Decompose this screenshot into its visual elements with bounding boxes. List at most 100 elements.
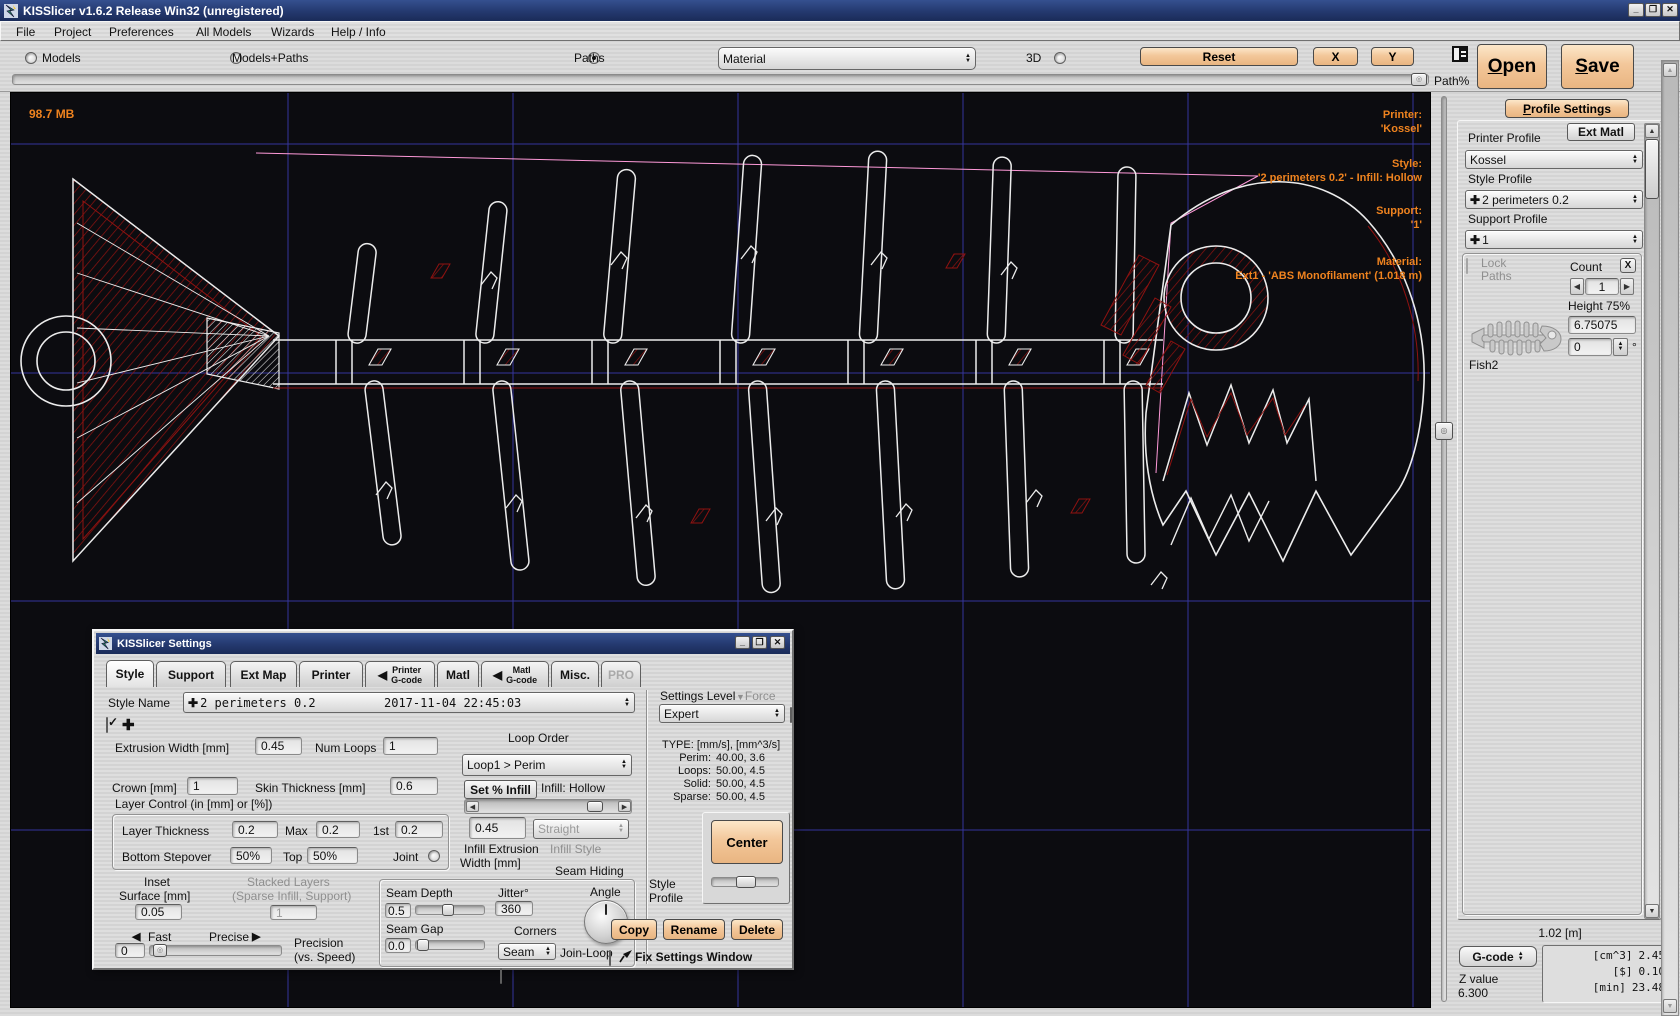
inset-surface-field[interactable]: 0.05	[135, 904, 182, 920]
infill-scroll-thumb[interactable]	[587, 801, 603, 812]
profile-settings-button[interactable]: Profile Settings	[1505, 99, 1629, 118]
style-name-select[interactable]: ✚ 2 perimeters 0.2 2017-11-04 22:45:03 ▲…	[183, 692, 635, 713]
gcode-mode-button[interactable]: G-code ▲▼	[1459, 946, 1537, 967]
settings-titlebar[interactable]: KISSlicer Settings _ ❒ ✕	[96, 633, 790, 654]
seam-gap-slider[interactable]	[415, 940, 485, 950]
seam-depth-slider[interactable]	[415, 905, 485, 915]
tab-printer-gcode[interactable]: ◀ PrinterG-code	[365, 661, 435, 687]
height-field[interactable]: 6.75075	[1568, 316, 1636, 334]
path-percent-slider[interactable]: ◎	[12, 74, 1429, 85]
scroll-down-icon[interactable]: ▼	[1645, 904, 1659, 918]
minimize-icon[interactable]: _	[735, 636, 750, 649]
bottom-stepover-field[interactable]: 50%	[230, 847, 272, 864]
precision-slider[interactable]: ◎	[149, 945, 282, 956]
layer-thickness-field[interactable]: 0.2	[232, 821, 278, 838]
style-profile-select[interactable]: ✚ 2 perimeters 0.2 ▲▼	[1465, 190, 1643, 209]
menu-preferences[interactable]: Preferences	[109, 25, 174, 39]
extrusion-width-field[interactable]: 0.45	[255, 737, 302, 755]
maximize-icon[interactable]: ❒	[752, 636, 767, 649]
center-slider-thumb[interactable]	[736, 876, 756, 888]
join-loop-select[interactable]: Seam ▲▼	[498, 943, 556, 960]
settings-level-select[interactable]: Expert ▲▼	[659, 704, 785, 723]
first-field[interactable]: 0.2	[395, 821, 443, 838]
profile-panel-scrollbar[interactable]: ▲ ▼	[1644, 123, 1660, 919]
corners-checkbox[interactable]	[500, 968, 502, 984]
fix-settings-checkbox[interactable]	[609, 950, 611, 966]
threed-radio[interactable]	[1054, 52, 1066, 64]
settings-level-checkbox[interactable]	[790, 707, 792, 723]
tab-style[interactable]: Style	[106, 660, 154, 687]
rotation-spinner[interactable]: ▲▼	[1613, 338, 1628, 356]
remove-model-button[interactable]: X	[1620, 258, 1636, 273]
ext-matl-button[interactable]: Ext Matl	[1567, 123, 1635, 141]
scroll-right-icon[interactable]: ▶	[618, 801, 631, 812]
open-button[interactable]: Open	[1477, 44, 1547, 89]
infill-style-select[interactable]: Straight ▲▼	[533, 819, 629, 839]
loop-order-select[interactable]: Loop1 > Perim ▲▼	[462, 754, 632, 776]
crown-field[interactable]: 1	[187, 777, 238, 795]
menu-help-info[interactable]: Help / Info	[331, 25, 386, 39]
view-mode-select[interactable]: Material ▲▼	[718, 47, 976, 70]
infill-scrollbar[interactable]: ◀ ▶	[464, 799, 632, 814]
layer-slider[interactable]: ◎	[1433, 92, 1455, 1008]
top-field[interactable]: 50%	[307, 847, 358, 864]
save-button[interactable]: Save	[1561, 44, 1634, 89]
scroll-left-icon[interactable]: ◀	[466, 801, 479, 812]
skin-thickness-field[interactable]: 0.6	[390, 777, 438, 795]
add-style-icon[interactable]: ✚	[122, 716, 135, 734]
close-icon[interactable]: ✕	[770, 636, 785, 649]
y-button[interactable]: Y	[1371, 47, 1414, 66]
tab-matl-gcode[interactable]: ◀ MatlG-code	[481, 661, 549, 687]
tab-ext-map[interactable]: Ext Map	[230, 661, 297, 687]
count-field[interactable]: 1	[1585, 278, 1619, 295]
count-increment-button[interactable]: ▶	[1620, 278, 1634, 295]
tab-printer[interactable]: Printer	[299, 661, 363, 687]
scroll-up-icon[interactable]: ▲	[1645, 124, 1659, 138]
profile-panel-scroll-thumb[interactable]	[1645, 139, 1659, 199]
printer-profile-select[interactable]: Kossel ▲▼	[1465, 150, 1643, 169]
menu-project[interactable]: Project	[54, 25, 91, 39]
tab-matl[interactable]: Matl	[437, 661, 479, 687]
rename-button[interactable]: Rename	[663, 919, 725, 940]
set-infill-button[interactable]: Set % Infill	[464, 780, 537, 799]
layer-slider-thumb[interactable]: ◎	[1435, 422, 1453, 440]
lock-paths-checkbox[interactable]	[1466, 258, 1468, 274]
seam-gap-slider-thumb[interactable]	[417, 939, 429, 951]
path-percent-slider-thumb[interactable]: ◎	[1411, 73, 1427, 86]
seam-gap-field[interactable]: 0.0	[385, 938, 411, 953]
delete-button[interactable]: Delete	[731, 919, 783, 940]
seam-depth-slider-thumb[interactable]	[442, 904, 454, 916]
tab-misc[interactable]: Misc.	[551, 661, 599, 687]
reset-button[interactable]: Reset	[1140, 47, 1298, 66]
models-radio[interactable]	[25, 52, 37, 64]
tab-pro[interactable]: PRO	[601, 661, 641, 687]
scroll-down-icon[interactable]: ▼	[1663, 999, 1677, 1013]
copy-button[interactable]: Copy	[611, 919, 657, 940]
max-field[interactable]: 0.2	[316, 821, 360, 838]
rotation-field[interactable]: 0	[1568, 338, 1612, 356]
x-button[interactable]: X	[1313, 47, 1358, 66]
center-slider[interactable]	[711, 877, 779, 887]
menu-wizards[interactable]: Wizards	[271, 25, 314, 39]
infill-width-field[interactable]: 0.45	[469, 817, 526, 839]
tab-support[interactable]: Support	[156, 661, 226, 687]
menu-all-models[interactable]: All Models	[196, 25, 251, 39]
scroll-up-icon[interactable]: ▲	[1663, 63, 1677, 77]
close-icon[interactable]: ✕	[1662, 3, 1678, 17]
minimize-icon[interactable]: _	[1628, 3, 1644, 17]
precision-field[interactable]: 0	[115, 943, 145, 958]
stacked-layers-field[interactable]: 1	[270, 905, 317, 920]
maximize-icon[interactable]: ❒	[1645, 3, 1661, 17]
center-button[interactable]: Center	[711, 820, 783, 864]
menu-file[interactable]: File	[16, 25, 35, 39]
seam-depth-field[interactable]: 0.5	[385, 903, 411, 918]
num-loops-field[interactable]: 1	[383, 737, 438, 755]
window-scrollbar[interactable]: ▲ ▼	[1661, 60, 1679, 1016]
precision-slider-thumb[interactable]: ◎	[153, 944, 167, 957]
support-profile-select[interactable]: ✚ 1 ▲▼	[1465, 230, 1643, 249]
model-thumbnail[interactable]	[1468, 318, 1566, 358]
style-enabled-checkbox[interactable]	[106, 717, 108, 733]
count-decrement-button[interactable]: ◀	[1570, 278, 1584, 295]
jitter-field[interactable]: 360	[495, 901, 533, 916]
joint-radio[interactable]	[428, 850, 440, 862]
